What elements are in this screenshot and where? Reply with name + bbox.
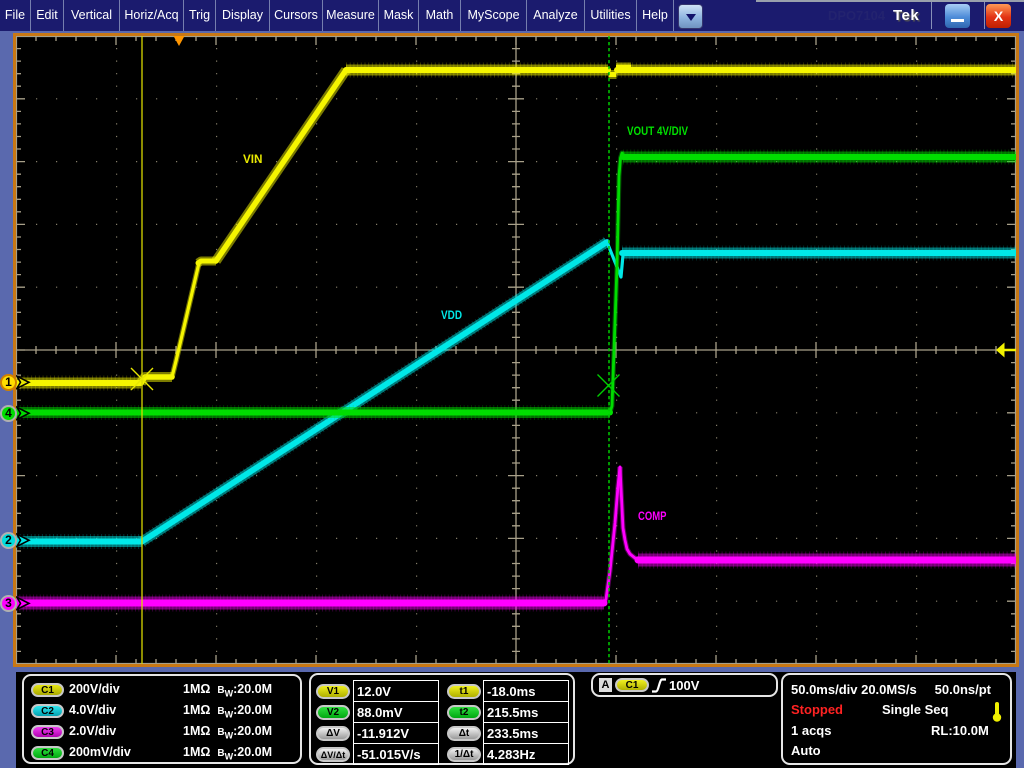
- svg-text:COMP: COMP: [638, 509, 667, 523]
- svg-text:VDD: VDD: [441, 308, 462, 322]
- svg-text:VOUT 4V/DIV: VOUT 4V/DIV: [627, 124, 688, 138]
- svg-text:VIN: VIN: [243, 152, 263, 166]
